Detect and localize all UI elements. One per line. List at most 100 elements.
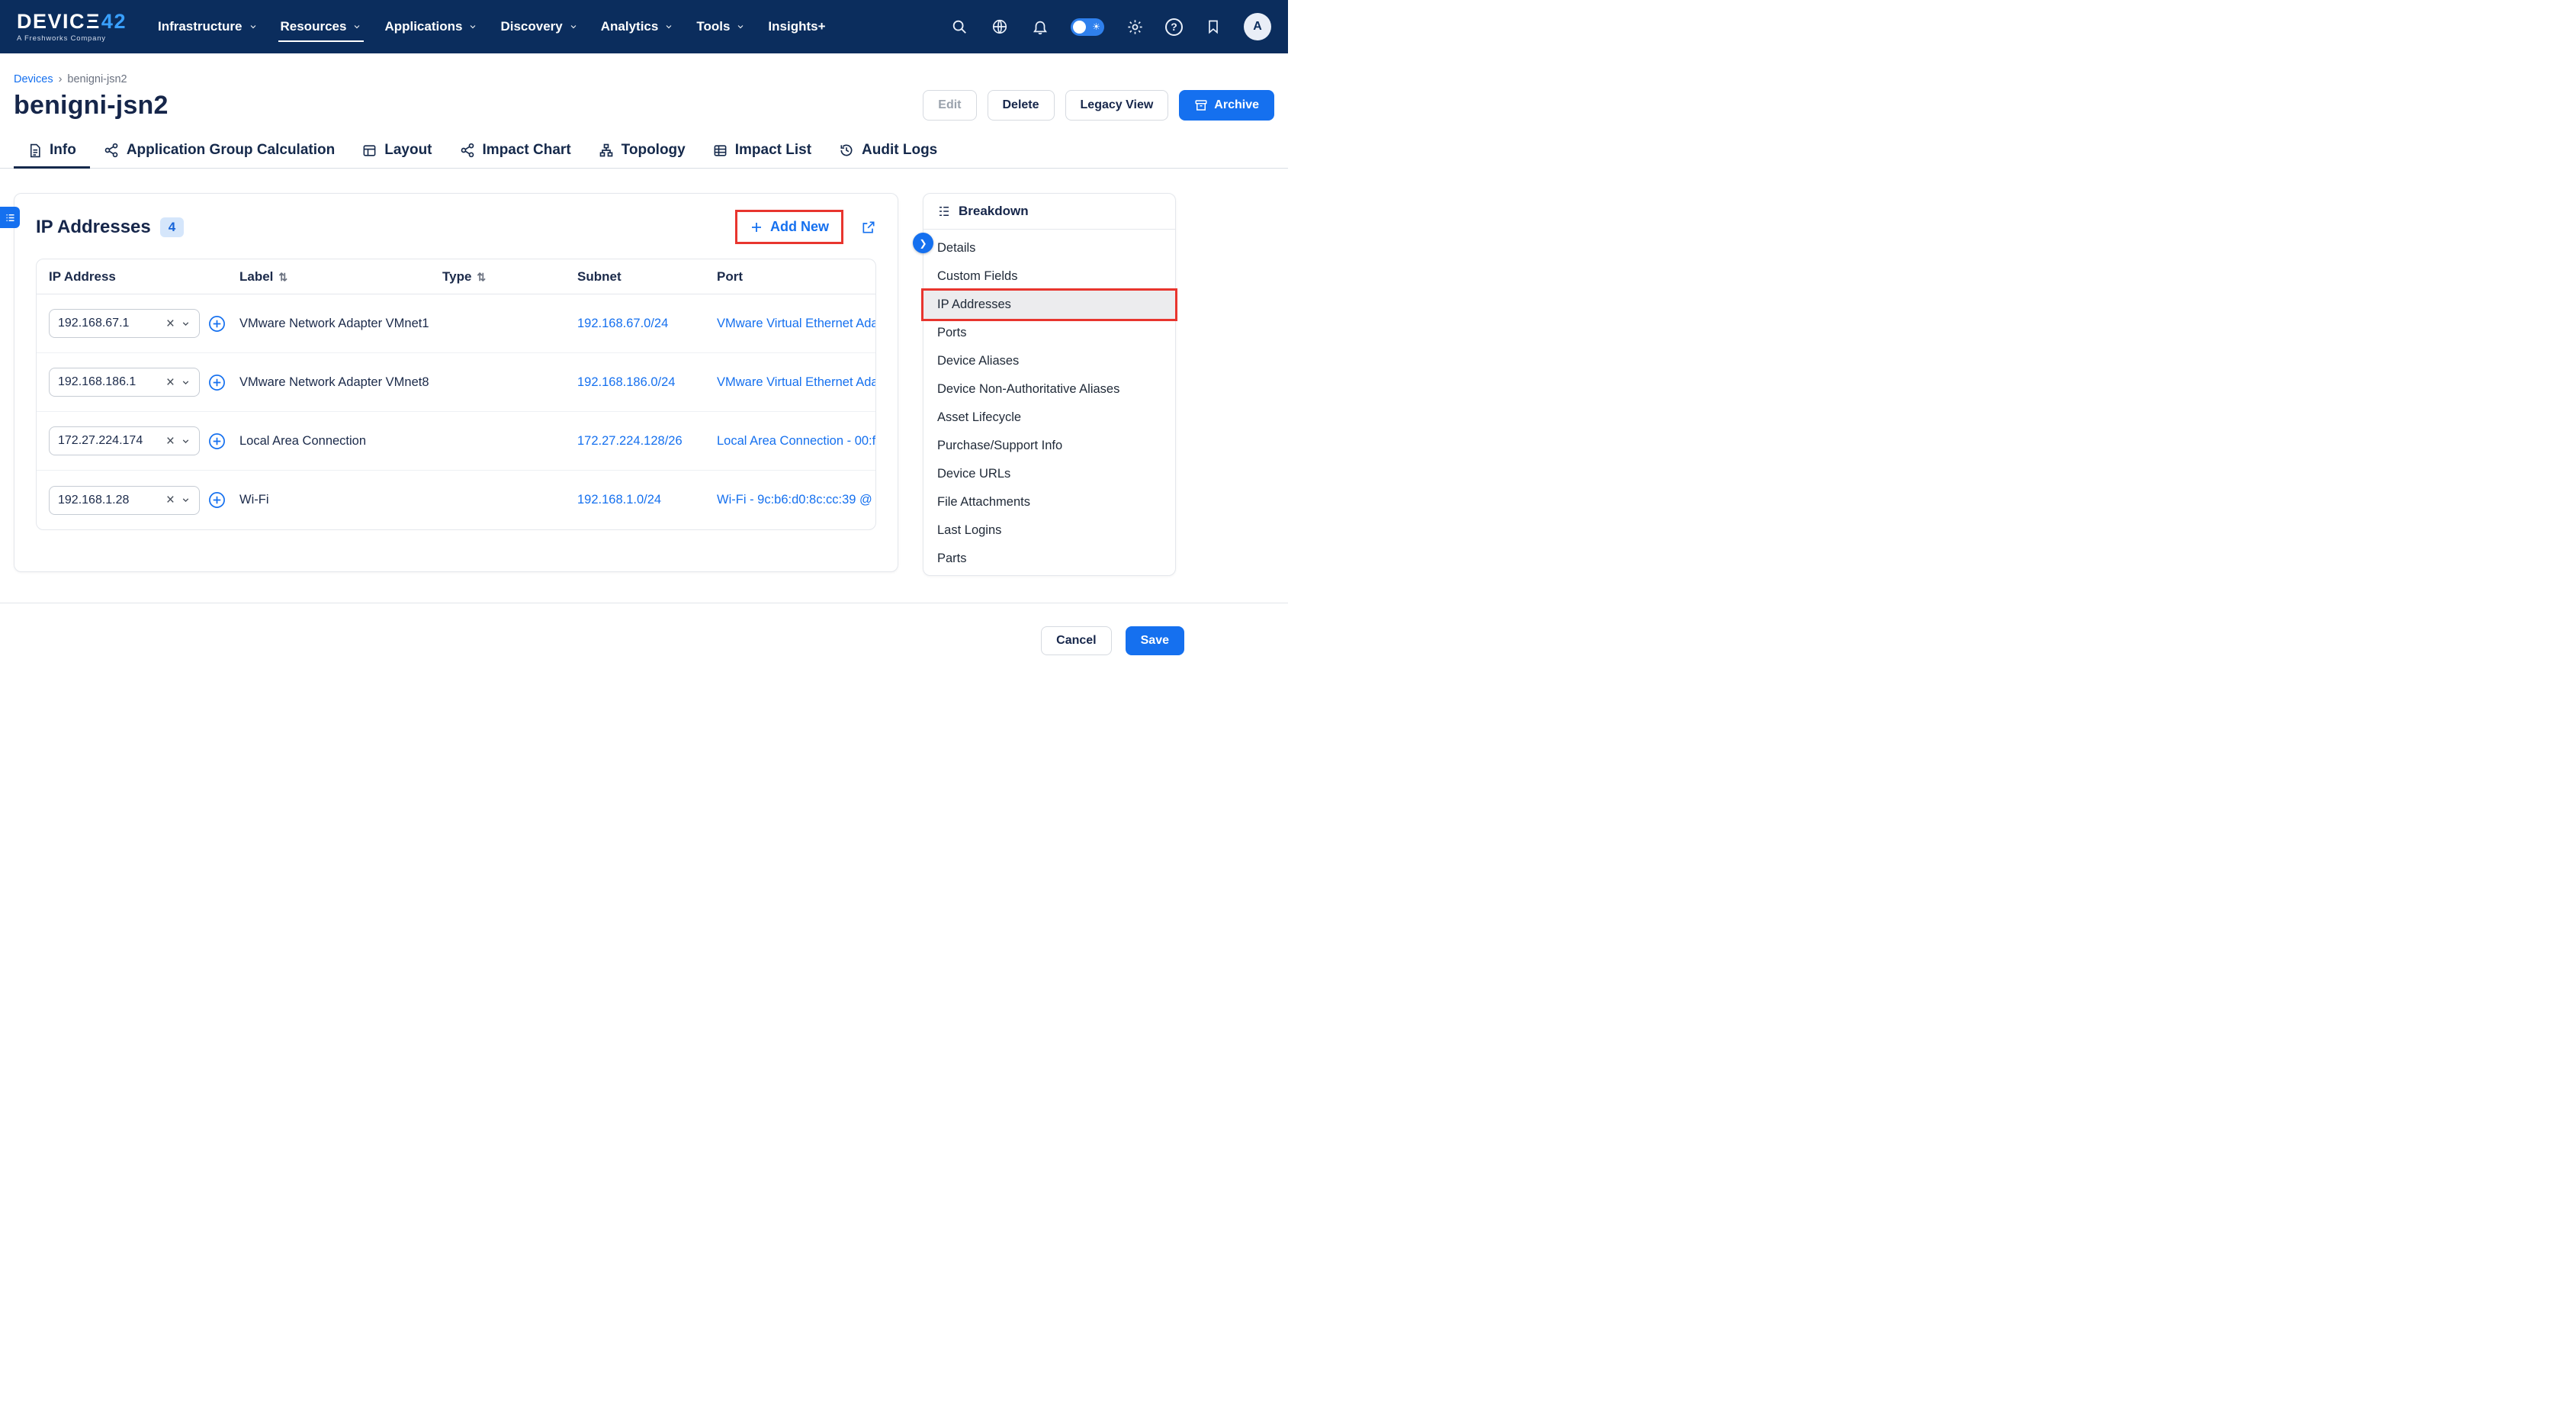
breakdown-item-ports[interactable]: Ports: [923, 319, 1175, 347]
footer-action-bar: Cancel Save: [0, 603, 1288, 714]
nav-label: Discovery: [500, 19, 562, 34]
port-link[interactable]: Wi-Fi - 9c:b6:d0:8c:cc:39 @ ber: [705, 493, 875, 507]
save-button[interactable]: Save: [1126, 626, 1184, 655]
edit-button[interactable]: Edit: [923, 90, 976, 121]
help-icon[interactable]: ?: [1165, 18, 1183, 36]
breakdown-item-last-logins[interactable]: Last Logins: [923, 516, 1175, 545]
breakdown-item-device-aliases[interactable]: Device Aliases: [923, 347, 1175, 375]
archive-button[interactable]: Archive: [1179, 90, 1274, 121]
nav-applications[interactable]: Applications: [373, 0, 489, 53]
breakdown-panel: ❯ Breakdown Details Custom Fields IP Add…: [923, 193, 1176, 576]
ip-addresses-card: IP Addresses 4 Add New IP Address Label⇅…: [14, 193, 898, 572]
tab-label: Impact Chart: [483, 142, 571, 159]
subnet-link[interactable]: 192.168.1.0/24: [565, 493, 705, 507]
theme-toggle[interactable]: ☀: [1071, 18, 1104, 36]
external-link-icon[interactable]: [861, 220, 876, 235]
subnet-link[interactable]: 172.27.224.128/26: [565, 434, 705, 449]
sort-icon[interactable]: ⇅: [278, 271, 287, 283]
tab-topology[interactable]: Topology: [585, 133, 699, 168]
tab-audit-logs[interactable]: Audit Logs: [825, 133, 951, 168]
bookmark-icon[interactable]: [1203, 17, 1223, 37]
ip-address-combobox[interactable]: ×: [49, 309, 200, 338]
breakdown-item-ip-addresses[interactable]: IP Addresses: [923, 291, 1175, 319]
settings-gear-icon[interactable]: [1125, 17, 1145, 37]
nav-insights-plus[interactable]: Insights+: [756, 0, 837, 53]
chevron-down-icon[interactable]: [181, 436, 191, 446]
col-type[interactable]: Type⇅: [430, 269, 565, 285]
tab-application-group-calculation[interactable]: Application Group Calculation: [90, 133, 348, 168]
device42-logo[interactable]: DEVICΞ42 A Freshworks Company: [17, 11, 127, 43]
nav-tools[interactable]: Tools: [685, 0, 756, 53]
chevron-down-icon[interactable]: [181, 378, 191, 388]
side-panel-toggle[interactable]: [0, 207, 20, 228]
clear-icon[interactable]: ×: [166, 493, 175, 507]
ip-address-input[interactable]: [58, 434, 163, 448]
subnet-link[interactable]: 192.168.186.0/24: [565, 375, 705, 390]
breakdown-list-icon: [937, 204, 951, 218]
add-circle-icon[interactable]: [208, 433, 226, 450]
ip-address-combobox[interactable]: ×: [49, 486, 200, 515]
collapse-panel-button[interactable]: ❯: [913, 233, 933, 253]
chevron-down-icon[interactable]: [181, 319, 191, 329]
clear-icon[interactable]: ×: [166, 375, 175, 390]
notifications-bell-icon[interactable]: [1030, 17, 1050, 37]
ip-label: Local Area Connection: [227, 434, 430, 449]
tab-info[interactable]: Info: [14, 133, 90, 168]
user-avatar[interactable]: A: [1244, 13, 1271, 40]
breakdown-item-file-attachments[interactable]: File Attachments: [923, 488, 1175, 516]
page-actions: Edit Delete Legacy View Archive: [923, 90, 1274, 121]
breakdown-item-purchase-support-info[interactable]: Purchase/Support Info: [923, 432, 1175, 460]
ip-address-combobox[interactable]: ×: [49, 426, 200, 455]
sort-icon[interactable]: ⇅: [477, 271, 486, 283]
avatar-initial: A: [1253, 20, 1262, 34]
page-header: Devices › benigni-jsn2 benigni-jsn2 Edit…: [0, 53, 1288, 121]
breakdown-item-custom-fields[interactable]: Custom Fields: [923, 262, 1175, 291]
nav-discovery[interactable]: Discovery: [489, 0, 589, 53]
search-icon[interactable]: [949, 17, 969, 37]
clear-icon[interactable]: ×: [166, 317, 175, 331]
breadcrumb-devices-link[interactable]: Devices: [14, 73, 53, 85]
add-circle-icon[interactable]: [208, 491, 226, 509]
chevron-down-icon: [249, 22, 258, 31]
port-link[interactable]: Local Area Connection - 00:ff:5: [705, 434, 875, 449]
add-circle-icon[interactable]: [208, 374, 226, 391]
section-title: IP Addresses: [36, 217, 151, 238]
delete-button[interactable]: Delete: [988, 90, 1055, 121]
breakdown-item-asset-lifecycle[interactable]: Asset Lifecycle: [923, 404, 1175, 432]
col-label[interactable]: Label⇅: [227, 269, 430, 285]
breakdown-item-details[interactable]: Details: [923, 234, 1175, 262]
nav-resources[interactable]: Resources: [269, 0, 374, 53]
add-new-label: Add New: [770, 219, 829, 235]
legacy-view-button[interactable]: Legacy View: [1065, 90, 1169, 121]
add-circle-icon[interactable]: [208, 315, 226, 333]
nav-infrastructure[interactable]: Infrastructure: [146, 0, 269, 53]
ip-address-input[interactable]: [58, 317, 163, 330]
breakdown-item-parts[interactable]: Parts: [923, 545, 1175, 573]
ip-address-input[interactable]: [58, 375, 163, 389]
globe-icon[interactable]: [990, 17, 1010, 37]
tab-label: Info: [50, 142, 76, 159]
tab-label: Topology: [622, 142, 686, 159]
nav-label: Tools: [696, 19, 730, 34]
tab-impact-list[interactable]: Impact List: [699, 133, 825, 168]
nav-label: Insights+: [768, 19, 825, 34]
breakdown-item-device-non-authoritative-aliases[interactable]: Device Non-Authoritative Aliases: [923, 375, 1175, 404]
port-link[interactable]: VMware Virtual Ethernet Adapte: [705, 317, 875, 331]
tab-layout[interactable]: Layout: [348, 133, 445, 168]
tab-impact-chart[interactable]: Impact Chart: [446, 133, 585, 168]
archive-icon: [1194, 98, 1208, 112]
ip-address-input[interactable]: [58, 494, 163, 507]
history-clock-icon: [839, 143, 854, 158]
add-new-button[interactable]: Add New: [737, 212, 841, 242]
chevron-down-icon[interactable]: [181, 495, 191, 505]
nav-label: Resources: [281, 19, 347, 34]
ip-address-combobox[interactable]: ×: [49, 368, 200, 397]
chevron-down-icon: [569, 22, 578, 31]
subnet-link[interactable]: 192.168.67.0/24: [565, 317, 705, 331]
breakdown-item-device-urls[interactable]: Device URLs: [923, 460, 1175, 488]
ip-label: VMware Network Adapter VMnet1: [227, 317, 430, 331]
port-link[interactable]: VMware Virtual Ethernet Adapte: [705, 375, 875, 390]
cancel-button[interactable]: Cancel: [1041, 626, 1111, 655]
clear-icon[interactable]: ×: [166, 434, 175, 449]
nav-analytics[interactable]: Analytics: [589, 0, 686, 53]
